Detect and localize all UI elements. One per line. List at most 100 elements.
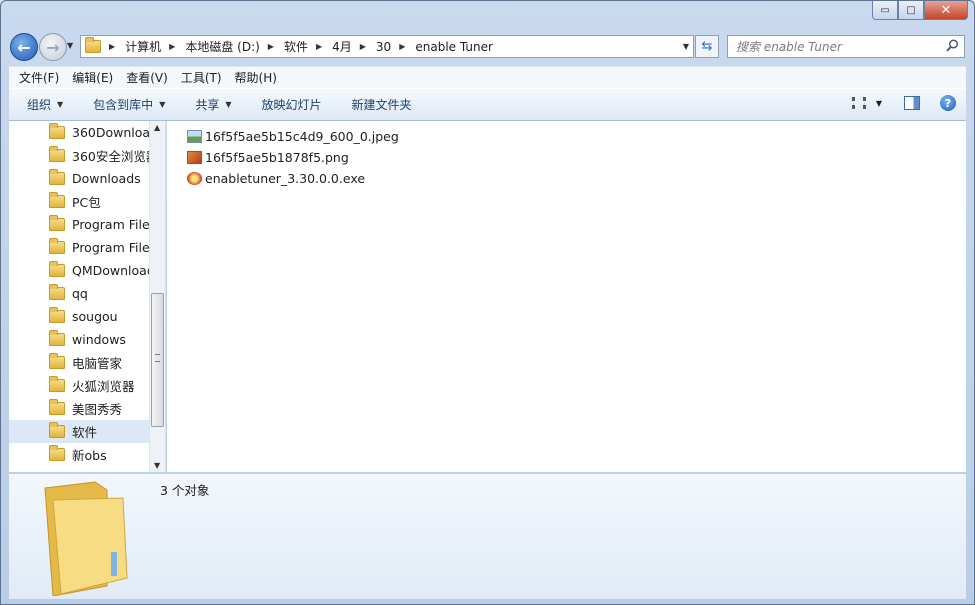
minimize-button[interactable]: ▭ [872, 1, 898, 20]
breadcrumb-april[interactable]: 4月 [332, 38, 352, 55]
scroll-down-icon[interactable]: ▼ [154, 461, 160, 470]
search-icon[interactable] [946, 39, 959, 52]
menu-view[interactable]: 查看(V) [126, 69, 168, 86]
nav-item-sougou[interactable]: sougou [9, 305, 149, 328]
file-item-exe[interactable]: enabletuner_3.30.0.0.exe [167, 168, 966, 189]
folder-icon [49, 353, 65, 369]
organize-button[interactable]: 组织 ▼ [27, 96, 63, 113]
nav-item-downloads[interactable]: Downloads [9, 167, 149, 190]
caption-buttons: ▭ □ ✕ [872, 1, 968, 20]
share-label: 共享 [195, 98, 220, 112]
file-item-jpeg[interactable]: 16f5f5ae5b15c4d9_600_0.jpeg [167, 126, 966, 147]
close-button[interactable]: ✕ [924, 1, 968, 20]
nav-item-program-files-x86[interactable]: Program Files (x86) [9, 236, 149, 259]
include-in-library-label: 包含到库中 [93, 98, 154, 112]
chevron-down-icon: ▼ [57, 100, 64, 109]
new-folder-label: 新建文件夹 [351, 98, 412, 112]
nav-item-label: windows [72, 332, 126, 347]
nav-item-label: 新obs [72, 448, 107, 463]
nav-item-new-obs[interactable]: 新obs [9, 443, 149, 466]
nav-item-label: Program Files [72, 217, 149, 232]
chevron-right-icon[interactable]: ▶ [109, 42, 115, 51]
chevron-right-icon[interactable]: ▶ [316, 42, 322, 51]
folder-icon [49, 284, 65, 300]
nav-item-pc-bag[interactable]: PC包 [9, 190, 149, 213]
slideshow-button[interactable]: 放映幻灯片 [262, 96, 322, 113]
nav-item-label: 电脑管家 [72, 356, 123, 371]
file-list: 16f5f5ae5b15c4d9_600_0.jpeg 16f5f5ae5b18… [167, 121, 966, 472]
png-image-icon [187, 151, 202, 164]
maximize-button[interactable]: □ [898, 1, 924, 20]
nav-item-360browser-downloads[interactable]: 360安全浏览器下载 [9, 144, 149, 167]
slideshow-label: 放映幻灯片 [261, 98, 322, 112]
search-input[interactable] [736, 39, 936, 54]
chevron-right-icon[interactable]: ▶ [399, 42, 405, 51]
address-row: ← → ▼ ▶ 计算机 ▶ 本地磁盘 (D:) ▶ 软件 ▶ 4月 ▶ 30 ▶… [1, 31, 974, 63]
nav-item-meitu[interactable]: 美图秀秀 [9, 397, 149, 420]
breadcrumb-30[interactable]: 30 [376, 40, 391, 54]
file-name: enabletuner_3.30.0.0.exe [205, 171, 366, 186]
new-folder-button[interactable]: 新建文件夹 [352, 96, 412, 113]
nav-item-label: 软件 [72, 425, 98, 440]
nav-item-qq[interactable]: qq [9, 282, 149, 305]
nav-item-software[interactable]: 软件 [9, 420, 149, 443]
address-history-dropdown[interactable]: ▼ [683, 42, 689, 51]
refresh-icon: ⇆ [701, 39, 713, 54]
chevron-right-icon[interactable]: ▶ [169, 42, 175, 51]
folder-icon [49, 330, 65, 346]
file-name: 16f5f5ae5b1878f5.png [205, 150, 349, 165]
view-controls: ▼ ? [851, 95, 956, 111]
address-bar[interactable]: ▶ 计算机 ▶ 本地磁盘 (D:) ▶ 软件 ▶ 4月 ▶ 30 ▶ enabl… [80, 35, 694, 58]
recent-pages-dropdown[interactable]: ▼ [67, 41, 73, 50]
share-button[interactable]: 共享 ▼ [195, 96, 231, 113]
scroll-up-icon[interactable]: ▲ [154, 123, 160, 132]
breadcrumb-drive-d[interactable]: 本地磁盘 (D:) [185, 38, 259, 55]
nav-item-label: 360安全浏览器下载 [72, 149, 149, 164]
nav-item-program-files[interactable]: Program Files [9, 213, 149, 236]
view-options-icon[interactable] [851, 97, 866, 109]
nav-item-label: sougou [72, 309, 118, 324]
breadcrumb-computer[interactable]: 计算机 [125, 38, 161, 55]
nav-scrollbar[interactable]: ▲ ▼ [149, 121, 165, 472]
breadcrumb-enable-tuner[interactable]: enable Tuner [415, 40, 493, 54]
back-button[interactable]: ← [10, 33, 38, 61]
nav-item-label: 火狐浏览器 [72, 379, 135, 394]
folder-icon [49, 192, 65, 208]
folder-icon [49, 123, 65, 139]
exe-app-icon [187, 172, 202, 185]
preview-pane-icon[interactable] [904, 96, 920, 110]
organize-label: 组织 [27, 98, 52, 112]
explorer-window: ▭ □ ✕ ← → ▼ ▶ 计算机 ▶ 本地磁盘 (D:) ▶ 软件 ▶ 4月 … [0, 0, 975, 605]
menu-tools[interactable]: 工具(T) [181, 69, 222, 86]
navigation-pane: 360Downloads 360安全浏览器下载 Downloads PC包 Pr… [9, 121, 166, 472]
nav-item-360downloads[interactable]: 360Downloads [9, 121, 149, 144]
file-item-png[interactable]: 16f5f5ae5b1878f5.png [167, 147, 966, 168]
breadcrumb-software[interactable]: 软件 [284, 38, 308, 55]
nav-item-qmdownload[interactable]: QMDownload [9, 259, 149, 282]
help-icon[interactable]: ? [940, 95, 956, 111]
search-box[interactable] [727, 35, 965, 58]
menu-file[interactable]: 文件(F) [19, 69, 59, 86]
folder-icon [49, 422, 65, 438]
folder-icon [49, 307, 65, 323]
chevron-down-icon[interactable]: ▼ [876, 99, 882, 108]
menu-edit[interactable]: 编辑(E) [72, 69, 113, 86]
scrollbar-thumb[interactable] [151, 293, 164, 427]
nav-item-label: 360Downloads [72, 125, 149, 140]
jpeg-image-icon [187, 130, 202, 143]
folder-icon [49, 146, 65, 162]
forward-button[interactable]: → [39, 33, 67, 61]
nav-item-firefox[interactable]: 火狐浏览器 [9, 374, 149, 397]
folder-icon [49, 445, 65, 461]
chevron-down-icon: ▼ [225, 100, 232, 109]
nav-item-label: QMDownload [72, 263, 149, 278]
grip-icon [155, 354, 160, 362]
folder-icon [49, 215, 65, 231]
chevron-right-icon[interactable]: ▶ [360, 42, 366, 51]
nav-item-windows[interactable]: windows [9, 328, 149, 351]
chevron-right-icon[interactable]: ▶ [268, 42, 274, 51]
menu-help[interactable]: 帮助(H) [235, 69, 277, 86]
include-in-library-button[interactable]: 包含到库中 ▼ [93, 96, 165, 113]
nav-item-pc-manager[interactable]: 电脑管家 [9, 351, 149, 374]
refresh-button[interactable]: ⇆ [695, 35, 719, 58]
